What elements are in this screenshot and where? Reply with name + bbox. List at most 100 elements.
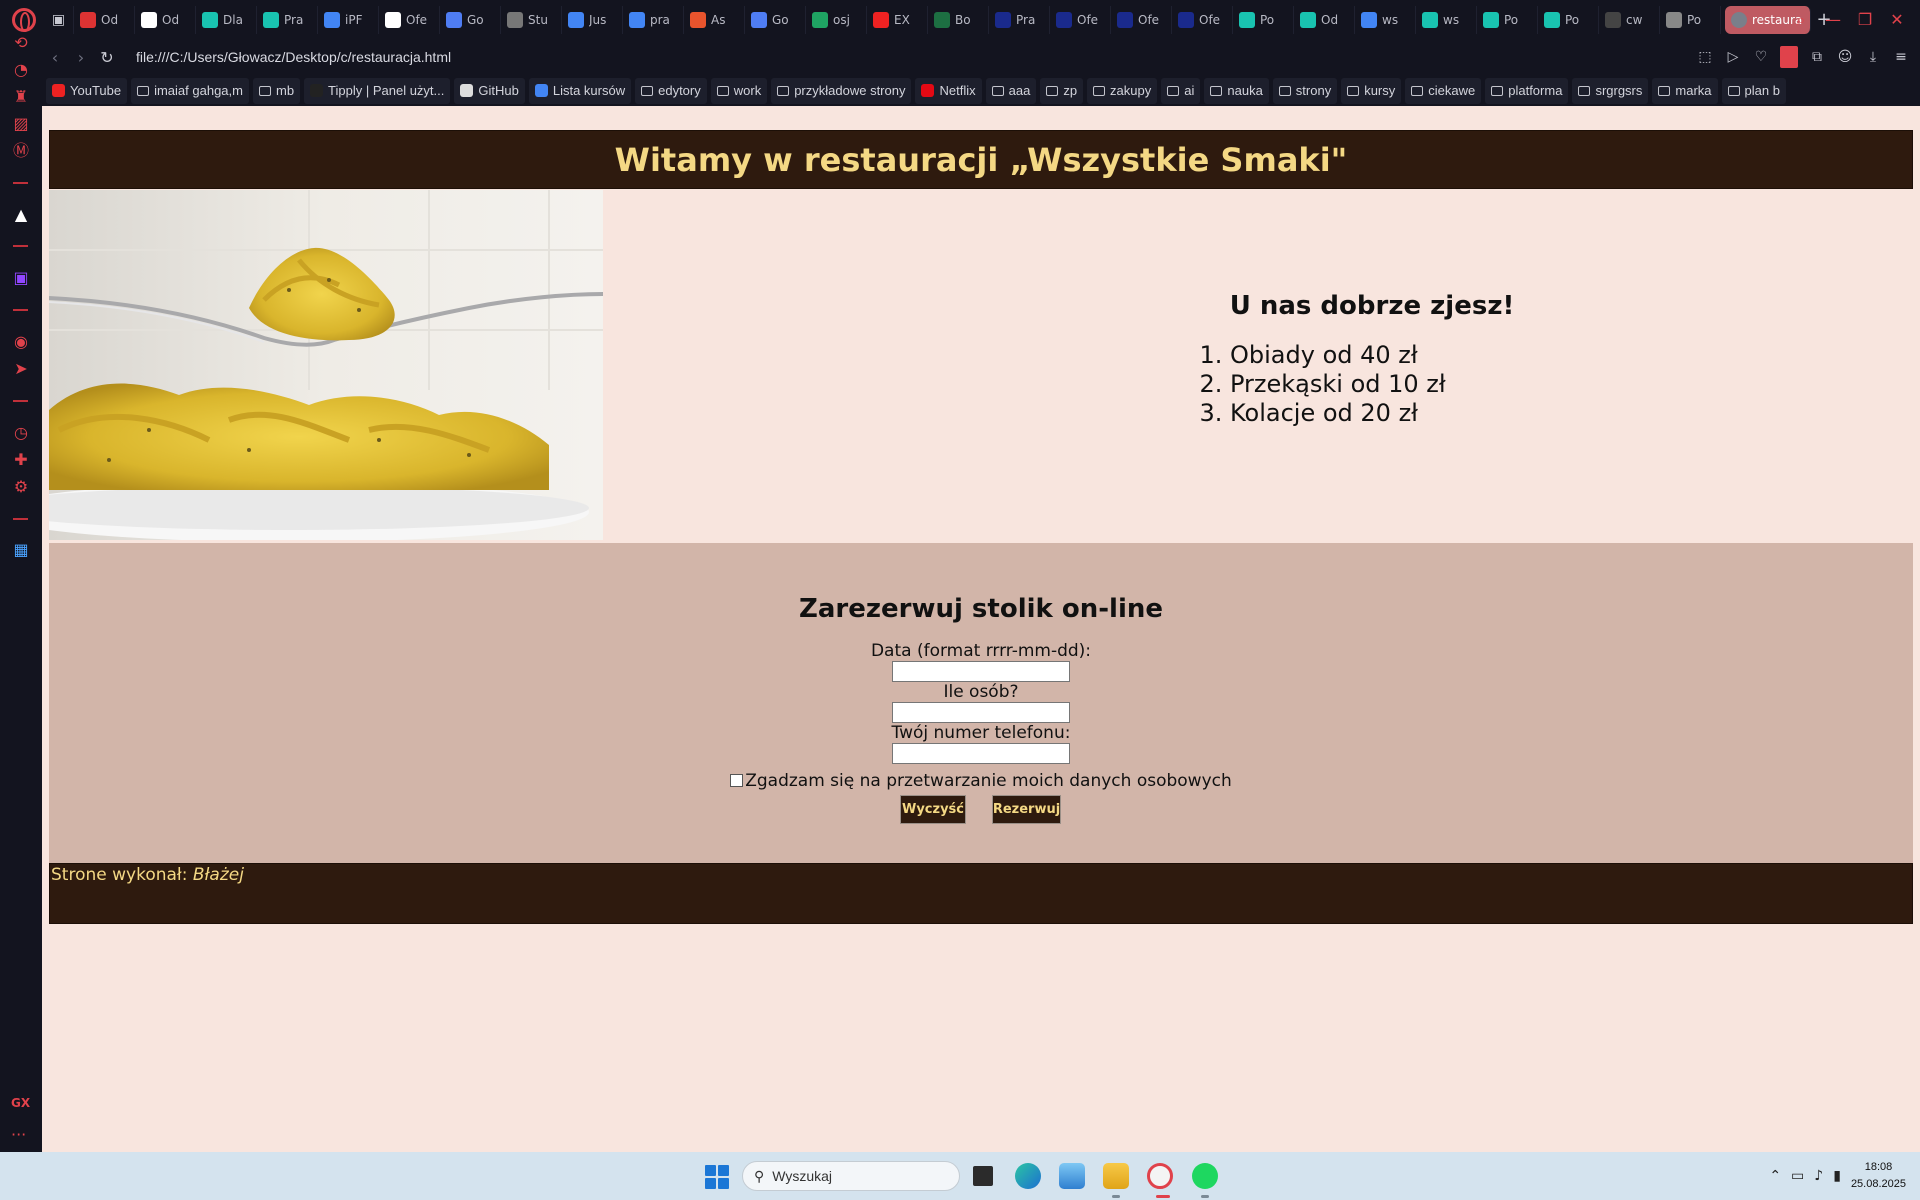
browser-tab[interactable]: osj bbox=[806, 5, 867, 34]
stripes-icon[interactable]: ▨ bbox=[11, 114, 31, 134]
bookmark-item[interactable]: work bbox=[710, 77, 768, 104]
tab-workspaces[interactable]: ▣ bbox=[44, 5, 74, 34]
browser-tab[interactable]: cw bbox=[1599, 5, 1660, 34]
browser-tab[interactable]: Pra bbox=[989, 5, 1050, 34]
bookmark-item[interactable]: zakupy bbox=[1087, 77, 1158, 104]
volume-icon[interactable]: ♪ bbox=[1814, 1168, 1823, 1184]
bookmark-heart-icon[interactable]: ♡ bbox=[1752, 49, 1770, 65]
taskbar-search[interactable]: ⚲ Wyszukaj bbox=[742, 1161, 960, 1191]
bookmark-item[interactable]: Tipply | Panel użyt... bbox=[304, 77, 451, 104]
bookmark-item[interactable]: mb bbox=[252, 77, 301, 104]
browser-tab[interactable]: Pra bbox=[257, 5, 318, 34]
bookmark-item[interactable]: ciekawe bbox=[1405, 77, 1482, 104]
browser-tab[interactable]: Stu bbox=[501, 5, 562, 34]
browser-tab[interactable]: Od bbox=[1294, 5, 1355, 34]
bookmark-item[interactable]: strony bbox=[1272, 77, 1338, 104]
browser-tab[interactable]: EX bbox=[867, 5, 928, 34]
browser-tab[interactable]: ws bbox=[1416, 5, 1477, 34]
opera-gx-logo-icon[interactable] bbox=[12, 7, 36, 32]
reserve-button[interactable]: Rezerwuj bbox=[992, 795, 1061, 824]
bookmark-item[interactable]: Netflix bbox=[915, 77, 982, 104]
photos-icon[interactable] bbox=[1059, 1163, 1085, 1189]
chevron-up-icon[interactable]: ⌃ bbox=[1769, 1168, 1781, 1184]
bookmark-item[interactable]: Lista kursów bbox=[528, 77, 632, 104]
browser-tab[interactable]: Po bbox=[1660, 5, 1721, 34]
bookmark-item[interactable]: nauka bbox=[1204, 77, 1269, 104]
browser-tab[interactable]: pra bbox=[623, 5, 684, 34]
player-icon[interactable]: ◉ bbox=[11, 332, 31, 352]
browser-tab[interactable]: Po bbox=[1538, 5, 1599, 34]
browser-tab[interactable]: Po bbox=[1233, 5, 1294, 34]
phone-input[interactable] bbox=[892, 743, 1070, 764]
app-a-icon[interactable]: ▲ bbox=[11, 205, 31, 225]
browser-tab[interactable]: Go bbox=[745, 5, 806, 34]
forward-icon[interactable]: › bbox=[68, 48, 94, 67]
opera-gx-taskbar-icon[interactable] bbox=[1147, 1163, 1173, 1189]
bookmark-item[interactable]: srgrgsrs bbox=[1572, 77, 1649, 104]
browser-tab[interactable]: Bo bbox=[928, 5, 989, 34]
battery-icon[interactable]: ▮ bbox=[1833, 1168, 1841, 1184]
close-icon[interactable]: ✕ bbox=[1886, 10, 1908, 29]
twitch-icon[interactable]: ▣ bbox=[11, 268, 31, 288]
search-tabs-icon[interactable]: ⌕ bbox=[1790, 10, 1812, 30]
bookmark-item[interactable]: GitHub bbox=[454, 77, 525, 104]
people-input[interactable] bbox=[892, 702, 1070, 723]
browser-tab[interactable]: As bbox=[684, 5, 745, 34]
consent-checkbox[interactable] bbox=[730, 774, 744, 787]
browser-tab[interactable]: Dla bbox=[196, 5, 257, 34]
m-icon[interactable]: Ⓜ bbox=[11, 141, 31, 161]
translate-icon[interactable]: ▦ bbox=[11, 540, 31, 560]
browser-tab[interactable]: Od bbox=[135, 5, 196, 34]
back-icon[interactable]: ‹ bbox=[42, 48, 68, 67]
history-icon[interactable]: ◷ bbox=[11, 423, 31, 443]
url-field[interactable]: file:///C:/Users/Głowacz/Desktop/c/resta… bbox=[136, 49, 451, 65]
reload-icon[interactable]: ↻ bbox=[94, 48, 120, 67]
settings-icon[interactable]: ⚙ bbox=[11, 477, 31, 497]
browser-tab[interactable]: Ofe bbox=[1172, 5, 1233, 34]
menu-icon[interactable]: ≡ bbox=[1892, 49, 1910, 65]
bookmark-item[interactable]: YouTube bbox=[46, 77, 128, 104]
bookmark-item[interactable]: aaa bbox=[985, 77, 1037, 104]
browser-tab[interactable]: Po bbox=[1477, 5, 1538, 34]
bookmark-item[interactable]: przykładowe strony bbox=[771, 77, 912, 104]
bookmark-item[interactable]: ai bbox=[1161, 77, 1201, 104]
date-input[interactable] bbox=[892, 661, 1070, 682]
network-icon[interactable]: ▭ bbox=[1791, 1168, 1804, 1184]
minimize-icon[interactable]: — bbox=[1822, 10, 1844, 29]
bot-icon[interactable]: ♜ bbox=[11, 87, 31, 107]
bookmark-item[interactable]: plan b bbox=[1721, 77, 1786, 104]
send-icon[interactable]: ➤ bbox=[11, 359, 31, 379]
extensions-icon[interactable]: ✚ bbox=[11, 450, 31, 470]
sync-icon[interactable]: ⟲ bbox=[11, 33, 31, 53]
gx-control-label[interactable]: GX bbox=[11, 1096, 30, 1110]
clear-button[interactable]: Wyczyść bbox=[900, 795, 966, 824]
start-icon[interactable] bbox=[705, 1165, 729, 1189]
send-page-icon[interactable]: ▷ bbox=[1724, 49, 1742, 65]
browser-tab[interactable]: Jus bbox=[562, 5, 623, 34]
bookmark-item[interactable]: kursy bbox=[1341, 77, 1402, 104]
task-view-icon[interactable] bbox=[970, 1163, 996, 1189]
browser-tab[interactable]: ws bbox=[1355, 5, 1416, 34]
browser-tab[interactable]: Ofe bbox=[1111, 5, 1172, 34]
profile-icon[interactable]: ☺ bbox=[1836, 49, 1854, 65]
bookmark-item[interactable]: marka bbox=[1652, 77, 1718, 104]
restore-icon[interactable]: ❐ bbox=[1854, 10, 1876, 29]
spotify-icon[interactable] bbox=[1192, 1163, 1218, 1189]
file-explorer-icon[interactable] bbox=[1103, 1163, 1129, 1189]
snapshot-icon[interactable]: ⬚ bbox=[1696, 49, 1714, 65]
clock[interactable]: 18:08 25.08.2025 bbox=[1851, 1159, 1906, 1193]
bookmark-item[interactable]: zp bbox=[1040, 77, 1084, 104]
downloads-icon[interactable]: ⤓ bbox=[1864, 49, 1882, 65]
bookmark-item[interactable]: imaiaf gahga,m bbox=[131, 77, 249, 104]
bookmark-item[interactable]: edytory bbox=[635, 77, 707, 104]
browser-tab[interactable]: iPF bbox=[318, 5, 379, 34]
bookmark-item[interactable]: platforma bbox=[1485, 77, 1569, 104]
browser-tab[interactable]: Go bbox=[440, 5, 501, 34]
extensions-puzzle-icon[interactable]: ⧉ bbox=[1808, 49, 1826, 65]
speed-dial-icon[interactable]: ◔ bbox=[11, 60, 31, 80]
browser-tab[interactable]: Ofe bbox=[379, 5, 440, 34]
browser-tab[interactable]: Ofe bbox=[1050, 5, 1111, 34]
edge-icon[interactable] bbox=[1015, 1163, 1041, 1189]
browser-tab[interactable]: Od bbox=[74, 5, 135, 34]
more-icon[interactable]: ··· bbox=[11, 1125, 26, 1144]
